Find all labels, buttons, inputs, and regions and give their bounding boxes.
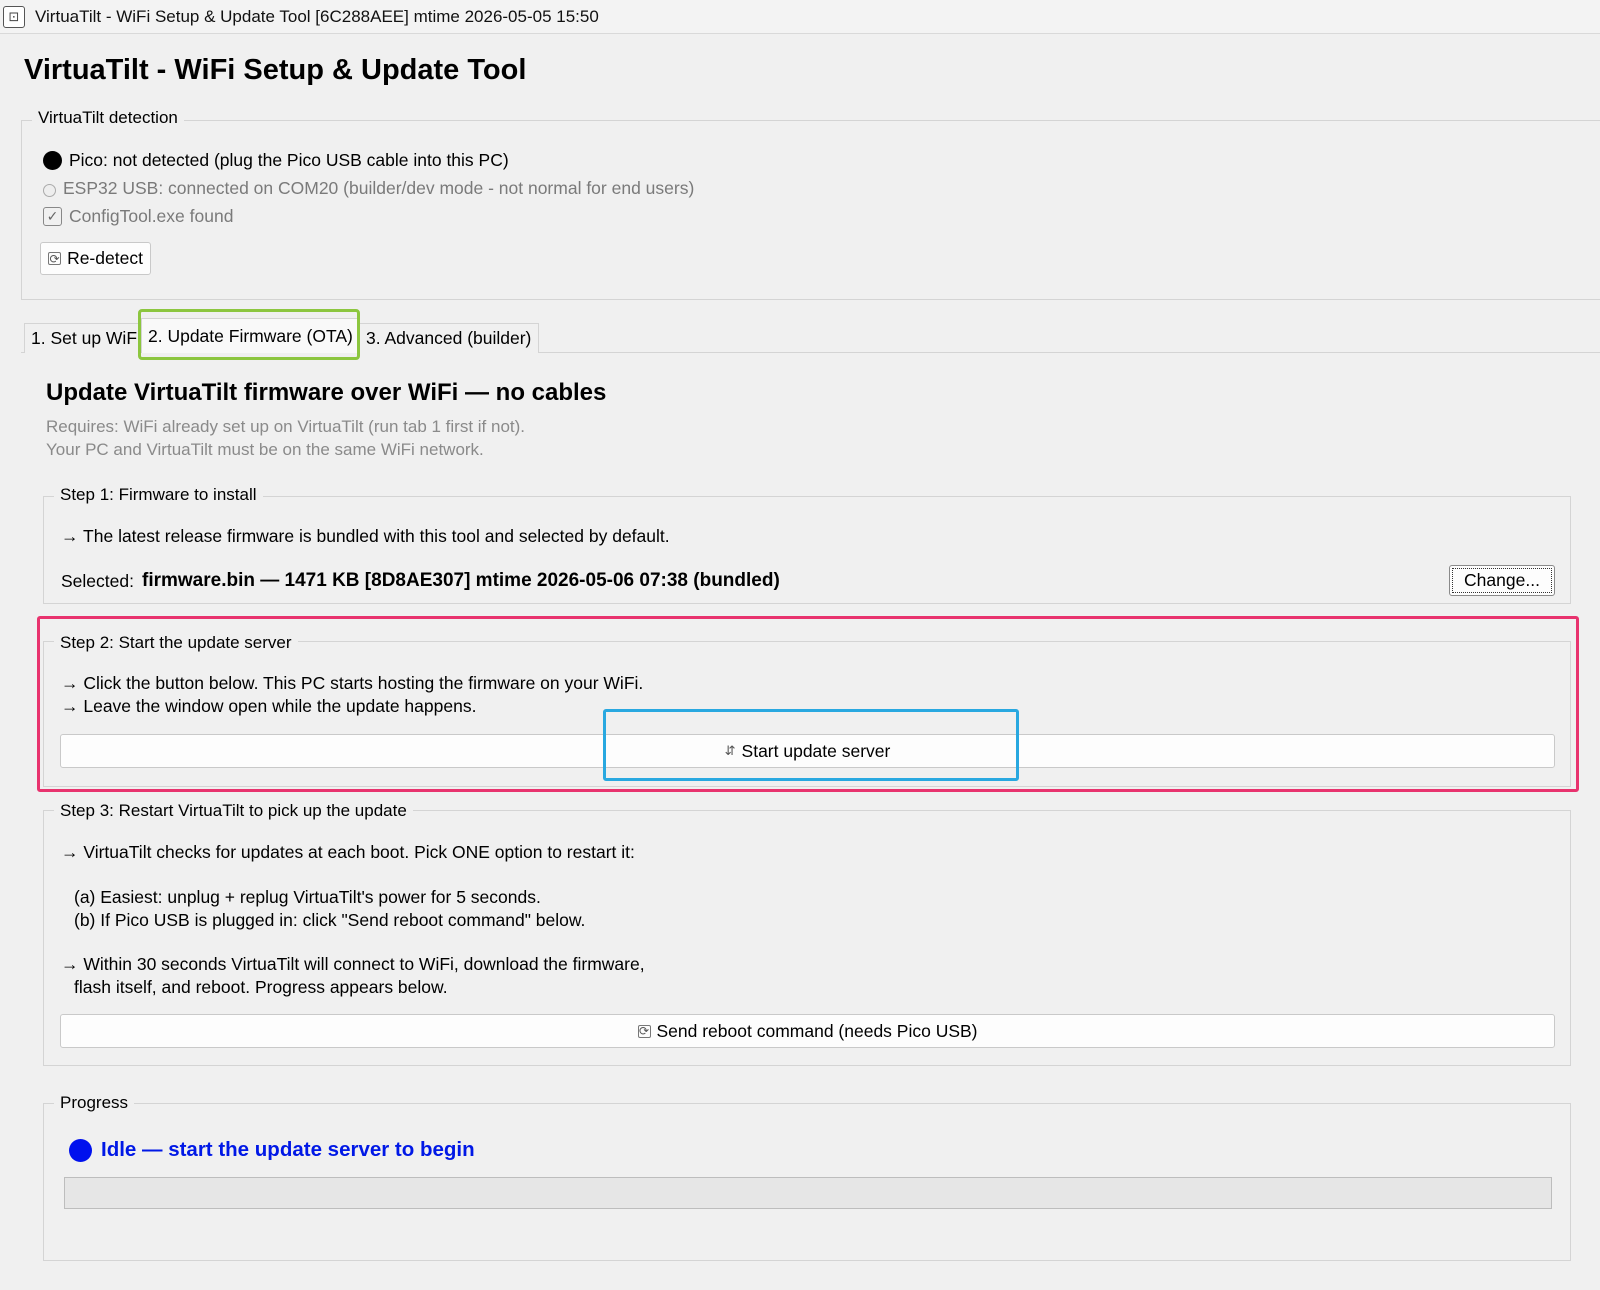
configtool-status-text: ConfigTool.exe found xyxy=(69,206,234,226)
page-title: VirtuaTilt - WiFi Setup & Update Tool xyxy=(24,54,527,86)
start-button-highlight-annotation xyxy=(603,709,1019,781)
requirements-line-2: Your PC and VirtuaTilt must be on the sa… xyxy=(46,440,484,459)
change-firmware-button[interactable]: Change... xyxy=(1449,565,1555,596)
detection-group xyxy=(21,120,1600,300)
redetect-button[interactable]: ⟳ Re-detect xyxy=(40,242,151,275)
refresh-icon: ⟳ xyxy=(48,251,62,266)
step3-legend: Step 3: Restart VirtuaTilt to pick up th… xyxy=(54,801,413,821)
tab-highlight-annotation xyxy=(138,309,360,360)
reboot-icon: ⟳ xyxy=(637,1024,651,1038)
step3-line-4: → Within 30 seconds VirtuaTilt will conn… xyxy=(61,954,645,974)
selected-firmware-value: firmware.bin — 1471 KB [8D8AE307] mtime … xyxy=(142,570,780,591)
step1-legend: Step 1: Firmware to install xyxy=(54,485,263,505)
tab-setup-wifi-label: 1. Set up WiFi xyxy=(31,328,141,348)
progress-status-indicator xyxy=(69,1138,92,1162)
change-firmware-label: Change... xyxy=(1464,570,1540,590)
app-icon: ⊡ xyxy=(3,5,25,28)
step3-line-5: flash itself, and reboot. Progress appea… xyxy=(74,977,448,997)
detection-legend: VirtuaTilt detection xyxy=(32,108,184,128)
pico-status-indicator xyxy=(43,151,62,170)
step3-option-a: (a) Easiest: unplug + replug VirtuaTilt'… xyxy=(74,887,541,907)
configtool-checkbox: ✓ xyxy=(43,207,62,226)
window-title: VirtuaTilt - WiFi Setup & Update Tool [6… xyxy=(35,6,599,26)
progress-legend: Progress xyxy=(54,1093,135,1113)
pico-status-row: Pico: not detected (plug the Pico USB ca… xyxy=(43,150,509,171)
configtool-status-row: ✓ ConfigTool.exe found xyxy=(43,206,233,227)
esp32-status-text: ESP32 USB: connected on COM20 (builder/d… xyxy=(63,178,695,198)
esp32-status-row: ESP32 USB: connected on COM20 (builder/d… xyxy=(43,178,694,199)
selected-label: Selected: xyxy=(61,571,134,591)
pico-status-text: Pico: not detected (plug the Pico USB ca… xyxy=(69,150,509,170)
step3-line-1: → VirtuaTilt checks for updates at each … xyxy=(61,842,635,862)
window-titlebar: ⊡ VirtuaTilt - WiFi Setup & Update Tool … xyxy=(0,0,1600,34)
ota-heading: Update VirtuaTilt firmware over WiFi — n… xyxy=(46,379,607,406)
esp32-status-indicator xyxy=(43,183,56,197)
progress-status-text: Idle — start the update server to begin xyxy=(101,1138,475,1161)
step3-option-b: (b) If Pico USB is plugged in: click "Se… xyxy=(74,910,586,930)
tab-advanced-label: 3. Advanced (builder) xyxy=(366,328,532,348)
progress-bar xyxy=(64,1177,1552,1209)
tab-setup-wifi[interactable]: 1. Set up WiFi xyxy=(24,323,141,353)
redetect-label: Re-detect xyxy=(67,248,143,268)
step1-description: → The latest release firmware is bundled… xyxy=(61,526,670,546)
send-reboot-label: Send reboot command (needs Pico USB) xyxy=(656,1020,978,1041)
send-reboot-button[interactable]: ⟳ Send reboot command (needs Pico USB) xyxy=(60,1014,1555,1048)
tab-advanced[interactable]: 3. Advanced (builder) xyxy=(359,323,539,353)
requirements-line-1: Requires: WiFi already set up on VirtuaT… xyxy=(46,417,526,436)
progress-status-row: Idle — start the update server to begin xyxy=(69,1138,475,1162)
